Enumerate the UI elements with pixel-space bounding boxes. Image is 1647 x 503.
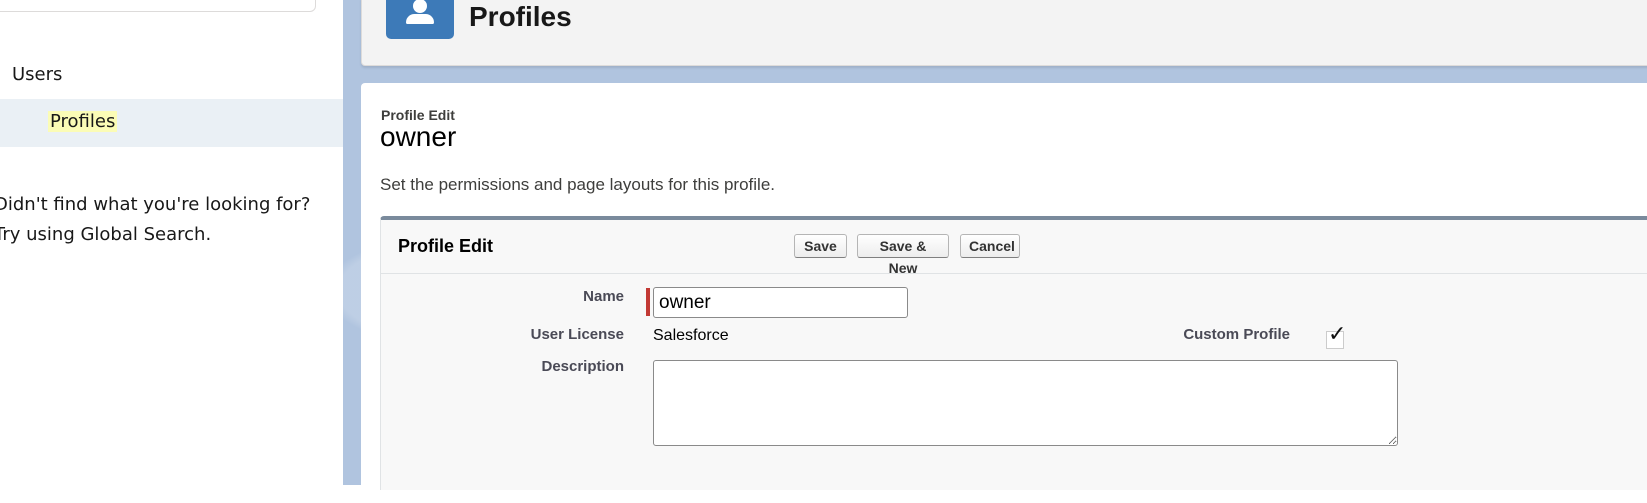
page-header: Profiles: [361, 0, 1647, 66]
user-license-value: Salesforce: [653, 327, 729, 344]
checkmark-icon: ✓: [1328, 322, 1347, 347]
sidebar-item-users[interactable]: Users: [12, 64, 62, 85]
name-label: Name: [583, 288, 624, 305]
help-text-line-1: Didn't find what you're looking for?: [0, 194, 311, 215]
quick-find-search-input[interactable]: [0, 0, 316, 12]
user-icon: [386, 0, 454, 39]
content-card: Profile Edit owner Set the permissions a…: [361, 83, 1647, 503]
user-license-label: User License: [530, 326, 624, 343]
page-title: Profiles: [469, 1, 572, 32]
save-button[interactable]: Save: [794, 234, 847, 258]
record-name: owner: [380, 121, 457, 152]
block-header: Profile Edit Save Save & New Cancel: [381, 220, 1647, 276]
description-field[interactable]: [653, 360, 1398, 446]
cancel-button[interactable]: Cancel: [960, 234, 1020, 258]
help-text-line-2: Try using Global Search.: [0, 224, 212, 245]
custom-profile-label: Custom Profile: [1183, 326, 1290, 343]
sidebar-item-profiles-row[interactable]: Profiles: [0, 99, 343, 147]
block-title: Profile Edit: [398, 236, 494, 256]
custom-profile-checkbox: ✓: [1326, 322, 1347, 349]
save-and-new-button[interactable]: Save & New: [857, 234, 949, 276]
setup-sidebar: Users Profiles Didn't find what you're l…: [0, 0, 344, 485]
required-indicator: [646, 288, 650, 316]
name-field[interactable]: [653, 287, 908, 318]
profile-edit-block: Profile Edit Save Save & New Cancel Name…: [380, 216, 1647, 490]
page-description: Set the permissions and page layouts for…: [380, 175, 775, 194]
sidebar-item-profiles[interactable]: Profiles: [48, 111, 118, 132]
description-label: Description: [541, 358, 624, 375]
search-help-text: Didn't find what you're looking for? Try…: [0, 190, 324, 250]
